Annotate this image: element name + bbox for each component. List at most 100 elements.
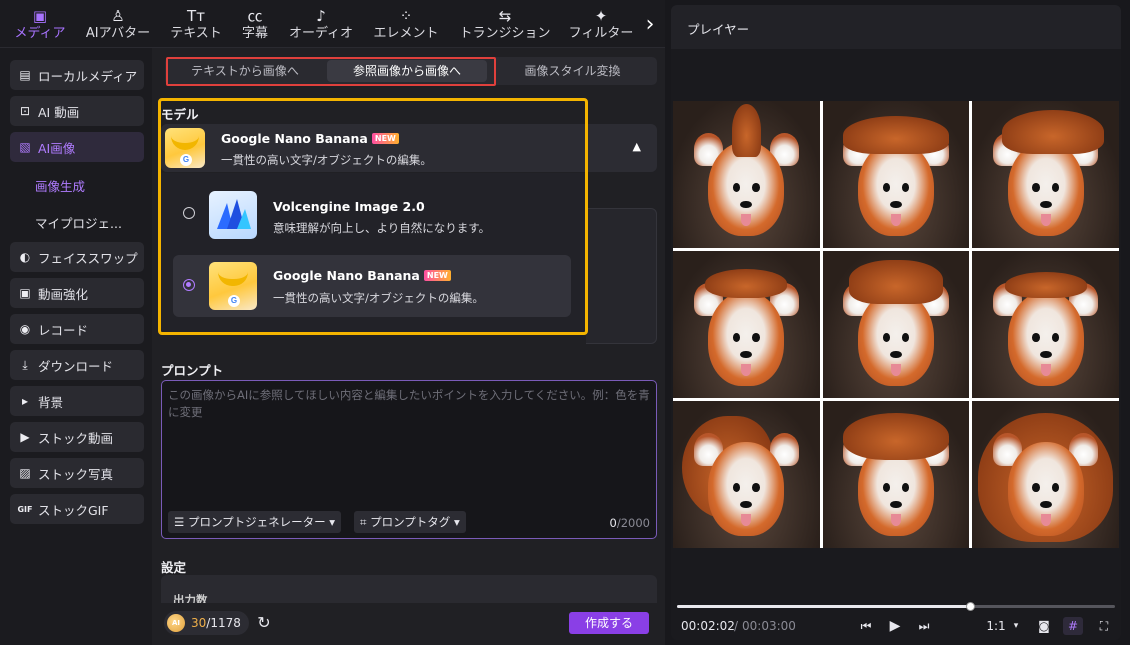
step-back-icon[interactable]: ⏮ — [858, 617, 874, 635]
triangle-icon: ▸ — [21, 394, 29, 408]
preview-image-grid — [673, 101, 1119, 548]
tab-captions-label: 字幕 — [241, 26, 268, 41]
tab-audio[interactable]: ♪ オーディオ — [285, 6, 357, 46]
sidebar-item-record[interactable]: ◉ レコード — [10, 314, 144, 344]
sidebar-item-label: 動画強化 — [38, 286, 89, 302]
sidebar-sub-image-generation[interactable]: 画像生成 — [35, 176, 85, 195]
sidebar-sub-my-projects[interactable]: マイプロジェ... — [35, 213, 122, 232]
stock-video-icon: ▶ — [20, 430, 30, 444]
text-icon: Tт — [187, 7, 205, 25]
record-icon: ◉ — [19, 322, 31, 336]
settings-section-title: 設定 — [161, 560, 187, 575]
sidebar-item-local-media[interactable]: ▤ ローカルメディア — [10, 60, 144, 90]
tongue — [890, 514, 902, 526]
sidebar-item-download[interactable]: ⤓ ダウンロード — [10, 350, 144, 380]
red-panda-image — [972, 101, 1119, 248]
create-button[interactable]: 作成する — [569, 612, 649, 634]
sidebar-item-label: ストック動画 — [38, 430, 114, 446]
player-header: プレイヤー — [671, 5, 1121, 49]
chevron-up-icon[interactable]: ▲ — [633, 140, 641, 153]
red-panda-image — [822, 101, 970, 248]
tongue — [1040, 214, 1051, 226]
tab-text[interactable]: Tт テキスト — [166, 6, 226, 46]
char-count-max: /2000 — [616, 516, 650, 530]
prompt-generator-button[interactable]: ☰ プロンプトジェネレーター ▾ — [168, 511, 342, 533]
media-icon: ▣ — [32, 7, 48, 25]
red-panda-image — [822, 251, 970, 398]
tab-audio-label: オーディオ — [288, 26, 354, 41]
step-forward-icon[interactable]: ⏭ — [916, 617, 932, 635]
tab-style-transfer[interactable]: 画像スタイル変換 — [495, 60, 650, 82]
download-icon: ⤓ — [22, 357, 28, 372]
sidebar-item-stock-gif[interactable]: GIF ストックGIF — [10, 494, 144, 524]
eye — [1051, 483, 1059, 493]
sidebar-item-background[interactable]: ▸ 背景 — [10, 386, 144, 416]
editor-left-panel: ▣ メディア ♙ AIアバター Tт テキスト ㏄ 字幕 ♪ オーディオ ⁘ エ… — [0, 0, 665, 645]
sidebar-item-enhance[interactable]: ▣ 動画強化 — [10, 278, 144, 308]
tab-media-label: メディア — [14, 26, 66, 41]
sidebar-item-label: フェイススワップ — [38, 250, 138, 266]
char-count-current: 0 — [609, 516, 617, 530]
tongue — [1040, 364, 1051, 376]
refresh-icon[interactable]: ↻ — [253, 612, 275, 634]
enhance-icon: ▣ — [19, 286, 31, 300]
camera-icon[interactable]: ◙ — [1035, 617, 1053, 635]
tab-elements-label: エレメント — [373, 26, 439, 41]
eye — [1032, 183, 1040, 193]
tab-text-label: テキスト — [170, 26, 222, 41]
eye — [752, 183, 760, 193]
prompt-generator-label: プロンプトジェネレーター — [187, 515, 326, 529]
seek-progress — [677, 605, 971, 608]
red-panda-image — [822, 401, 970, 548]
prompt-placeholder: この画像からAIに参照してほしい内容と編集したいポイントを入力してください。例：… — [168, 388, 650, 419]
red-panda-image — [673, 251, 820, 398]
caret-down-icon: ▾ — [325, 515, 336, 529]
fullscreen-icon[interactable]: ⛶ — [1095, 617, 1113, 635]
seek-bar[interactable] — [677, 602, 1115, 611]
gif-icon: GIF — [17, 504, 33, 514]
caret-down-icon[interactable]: ▾ — [1011, 617, 1021, 635]
sidebar-item-stock-video[interactable]: ▶ ストック動画 — [10, 422, 144, 452]
play-icon[interactable]: ▶ — [886, 617, 904, 635]
element-icon: ⁘ — [399, 7, 413, 25]
credit-balance: AI 30 /1178 — [164, 611, 249, 635]
sidebar-item-stock-photo[interactable]: ▨ ストック写真 — [10, 458, 144, 488]
sidebar-item-ai-image[interactable]: ▧ AI画像 — [10, 132, 144, 162]
tab-media[interactable]: ▣ メディア — [10, 6, 70, 46]
tab-filters[interactable]: ✦ フィルター — [566, 6, 636, 46]
reference-upload-card[interactable] — [586, 208, 657, 344]
chevron-right-icon[interactable]: › — [640, 10, 660, 40]
sidebar-item-label: ローカルメディア — [38, 68, 138, 84]
tab-elements[interactable]: ⁘ エレメント — [368, 6, 444, 46]
tab-transitions[interactable]: ⇆ トランジション — [455, 6, 555, 46]
ai-image-panel: テキストから画像へ 参照画像から画像へ 画像スタイル変換 モデル G Googl… — [152, 48, 665, 645]
red-panda-image — [972, 251, 1119, 398]
tab-captions[interactable]: ㏄ 字幕 — [235, 6, 275, 46]
nose — [1039, 500, 1052, 509]
tab-ai-avatar-label: AIアバター — [85, 26, 151, 41]
ai-image-icon: ▧ — [19, 140, 31, 154]
sidebar-item-label: ダウンロード — [38, 358, 114, 374]
red-panda-image — [972, 401, 1119, 548]
sidebar-item-ai-video[interactable]: ⊡ AI 動画 — [10, 96, 144, 126]
prompt-tag-button[interactable]: ⌗ プロンプトタグ ▾ — [354, 511, 466, 533]
credits-total: /1178 — [206, 616, 241, 630]
prompt-input[interactable]: この画像からAIに参照してほしい内容と編集したいポイントを入力してください。例：… — [161, 380, 657, 539]
seek-handle[interactable] — [966, 602, 976, 611]
tongue — [890, 214, 902, 226]
audio-icon: ♪ — [316, 7, 326, 25]
filter-icon: ✦ — [594, 7, 608, 25]
time-separator: / — [734, 619, 739, 633]
hair — [731, 103, 761, 157]
caret-down-icon: ▾ — [450, 515, 460, 529]
nose — [1039, 350, 1052, 359]
aspect-ratio-select[interactable]: 1:1 — [985, 617, 1007, 635]
tab-ai-avatar[interactable]: ♙ AIアバター — [82, 6, 154, 46]
stock-photo-icon: ▨ — [19, 466, 31, 480]
credits-used: 30 — [191, 616, 207, 630]
eye — [1051, 183, 1059, 193]
total-time: 00:03:00 — [742, 619, 796, 633]
grid-icon[interactable]: # — [1063, 617, 1083, 635]
sidebar-item-label: ストックGIF — [38, 502, 109, 518]
sidebar-item-face-swap[interactable]: ◐ フェイススワップ — [10, 242, 144, 272]
